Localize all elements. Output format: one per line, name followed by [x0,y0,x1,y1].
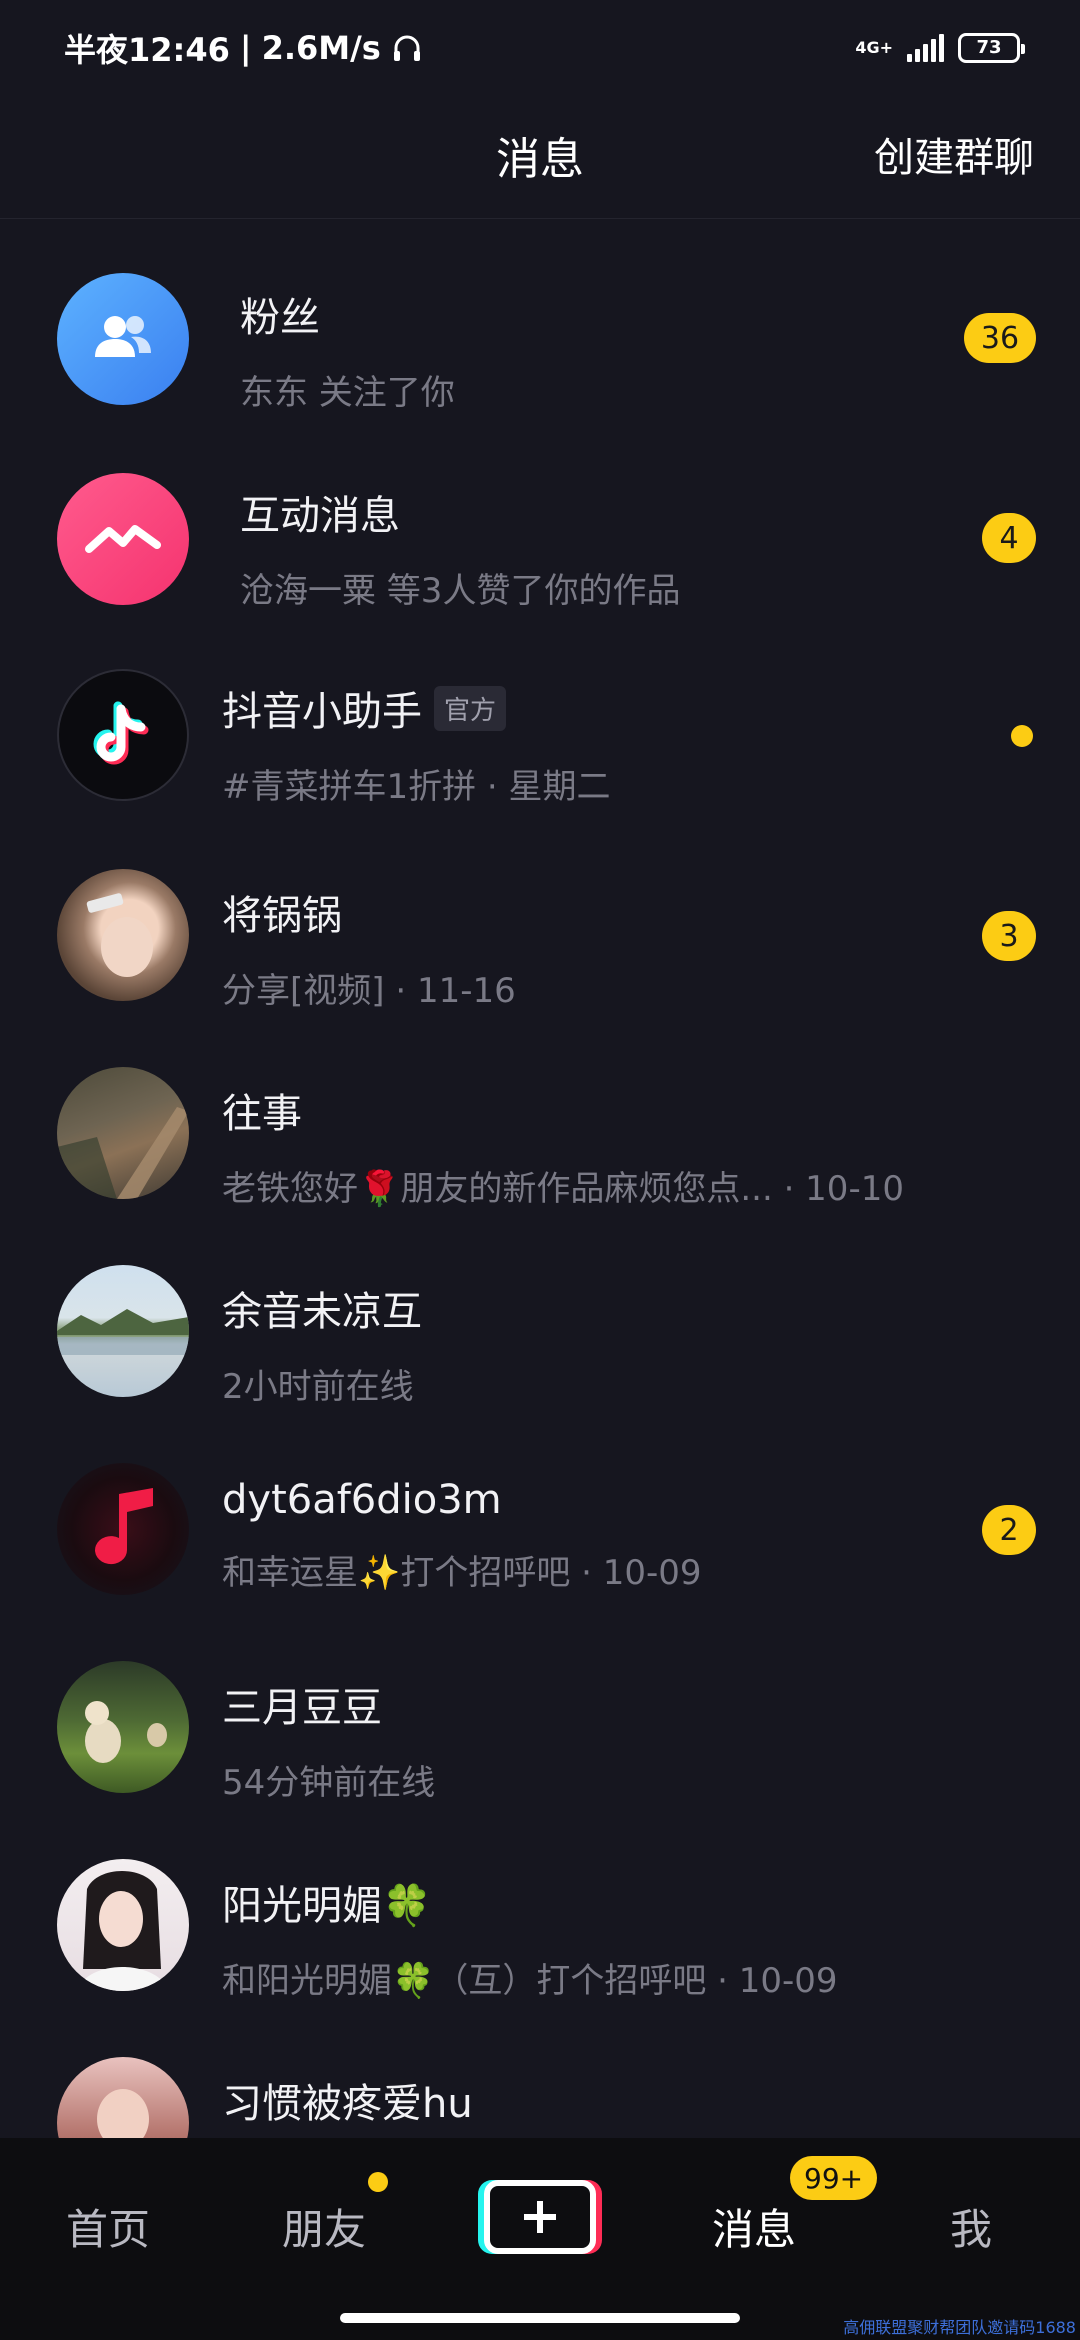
conversation-preview: 和幸运星✨打个招呼吧 · 10-09 [222,1553,702,1593]
conversation-preview: 和阳光明媚🍀（互）打个招呼吧 · 10-09 [222,1961,838,2001]
network-type: 4G+ [855,37,893,57]
status-time: 半夜12:46 [64,30,230,69]
fans-icon [57,273,189,405]
conversation-row-interactions[interactable]: 互动消息 沧海一粟 等3人赞了你的作品 4 [0,419,1080,617]
conversation-list: 粉丝 东东 关注了你 36 互动消息 沧海一粟 等3人赞了你的作品 4 抖音小助… [0,219,1080,2201]
conversation-name: dyt6af6dio3m [222,1477,502,1523]
conversation-name: 习惯被疼爱hu [222,2081,473,2127]
conversation-name: 阳光明媚🍀 [222,1883,432,1929]
status-separator: | [239,28,252,67]
conversation-name: 余音未凉互 [222,1289,422,1335]
conversation-row[interactable]: 余音未凉互 2小时前在线 [0,1211,1080,1409]
conversation-name: 互动消息 [240,493,400,539]
plus-icon [524,2201,556,2233]
interaction-icon [57,473,189,605]
unread-dot [1011,725,1033,747]
conversation-preview: 沧海一粟 等3人赞了你的作品 [240,571,681,611]
friends-notification-dot [368,2172,388,2192]
status-bar: 半夜12:46 | 2.6M/s 4G+ 73 [0,0,1080,95]
conversation-name: 将锅锅 [222,893,342,939]
home-indicator [340,2313,740,2323]
user-avatar [57,1661,189,1793]
unread-badge: 3 [982,911,1036,961]
messages-badge: 99+ [790,2156,878,2200]
conversation-row[interactable]: 三月豆豆 54分钟前在线 [0,1607,1080,1805]
conversation-preview: 2小时前在线 [222,1367,414,1407]
nav-me[interactable]: 我 [950,2196,992,2257]
user-avatar [57,869,189,1001]
create-group-chat-button[interactable]: 创建群聊 [874,125,1034,183]
conversation-preview: 老铁您好🌹朋友的新作品麻烦您点... · 10-10 [222,1169,904,1209]
signal-strength-icon [907,33,944,62]
conversation-name: 抖音小助手 [222,689,422,735]
conversation-preview: 东东 关注了你 [240,373,455,413]
conversation-row-fans[interactable]: 粉丝 东东 关注了你 36 [0,219,1080,419]
unread-badge: 36 [964,313,1036,363]
music-note-icon [57,1463,189,1595]
battery-icon: 73 [958,32,1025,63]
user-avatar [57,1859,189,1991]
conversation-name: 三月豆豆 [222,1685,382,1731]
user-avatar [57,1265,189,1397]
conversation-row[interactable]: 阳光明媚🍀 和阳光明媚🍀（互）打个招呼吧 · 10-09 [0,1805,1080,2003]
conversation-preview: #青菜拼车1折拼 · 星期二 [222,767,611,807]
header: 消息 创建群聊 [0,95,1080,219]
create-post-button[interactable] [478,2180,602,2254]
status-speed: 2.6M/s [261,28,381,67]
conversation-preview: 54分钟前在线 [222,1763,436,1803]
nav-friends[interactable]: 朋友 [282,2196,366,2257]
bottom-nav: 首页 朋友 消息 99+ 我 [0,2138,1080,2340]
conversation-row[interactable]: 将锅锅 分享[视频] · 11-16 3 [0,815,1080,1013]
user-avatar [57,1067,189,1199]
unread-badge: 4 [982,513,1036,563]
unread-badge: 2 [982,1505,1036,1555]
battery-level: 73 [976,37,1002,58]
headphones-icon [393,35,420,61]
conversation-row[interactable]: dyt6af6dio3m 和幸运星✨打个招呼吧 · 10-09 2 [0,1409,1080,1607]
tiktok-logo-icon [57,669,189,801]
official-tag: 官方 [434,685,507,731]
messages-screen: 半夜12:46 | 2.6M/s 4G+ 73 消息 创建群聊 粉丝 东东 关注… [0,0,1080,2340]
conversation-preview: 分享[视频] · 11-16 [222,971,516,1011]
conversation-row-assistant[interactable]: 抖音小助手 官方 #青菜拼车1折拼 · 星期二 [0,617,1080,815]
watermark: 高佣联盟聚财帮团队邀请码1688 [843,2318,1076,2337]
nav-home[interactable]: 首页 [66,2196,150,2257]
conversation-row[interactable]: 往事 老铁您好🌹朋友的新作品麻烦您点... · 10-10 [0,1013,1080,1211]
conversation-name: 往事 [222,1091,302,1137]
nav-messages[interactable]: 消息 [712,2196,796,2257]
conversation-name: 粉丝 [240,295,320,341]
